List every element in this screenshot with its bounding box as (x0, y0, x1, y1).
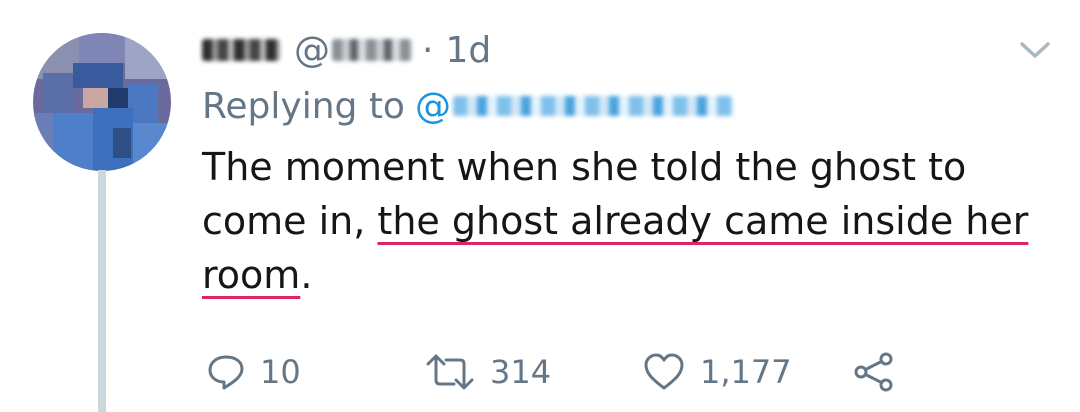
reply-button[interactable]: 10 (206, 352, 424, 392)
avatar-image (33, 33, 171, 171)
retweet-icon (426, 354, 474, 390)
replying-to: Replying to @ (202, 84, 733, 128)
tweet-text-line-3: room. (202, 248, 1012, 302)
like-count: 1,177 (700, 353, 792, 391)
author-handle-at: @ (294, 29, 330, 71)
thread-line (98, 170, 106, 412)
time-separator: · (422, 29, 434, 71)
tweet-text-line-1: The moment when she told the ghost to (202, 145, 967, 189)
author-handle-redacted[interactable] (332, 39, 412, 61)
reply-handle-at[interactable]: @ (415, 86, 451, 127)
tweet-timestamp[interactable]: 1d (445, 30, 491, 71)
share-icon (854, 352, 893, 392)
tweet-text: The moment when she told the ghost to co… (202, 140, 1028, 302)
tweet-text-line-3-end: . (300, 253, 313, 297)
author-name-redacted[interactable] (202, 39, 280, 61)
tweet-header: @ · 1d (202, 28, 491, 72)
retweet-button[interactable]: 314 (424, 352, 642, 392)
reply-icon (208, 355, 244, 390)
spellcheck-underlined-text-2: room (202, 253, 301, 297)
tweet-actions: 10 314 1,177 (206, 344, 896, 400)
retweet-count: 314 (490, 353, 552, 391)
reply-handle-redacted[interactable] (452, 96, 733, 116)
replying-to-label: Replying to (202, 85, 405, 127)
tweet-text-line-2: come in, the ghost already came inside h… (202, 194, 1028, 248)
avatar[interactable] (33, 33, 171, 171)
tweet-text-line-2-start: come in, (202, 199, 378, 243)
heart-icon (644, 353, 684, 390)
chevron-down-icon[interactable] (1014, 34, 1056, 64)
like-button[interactable]: 1,177 (642, 352, 852, 392)
reply-count: 10 (260, 353, 301, 391)
share-button[interactable] (852, 352, 896, 392)
spellcheck-underlined-text: the ghost already came inside her (377, 199, 1029, 243)
